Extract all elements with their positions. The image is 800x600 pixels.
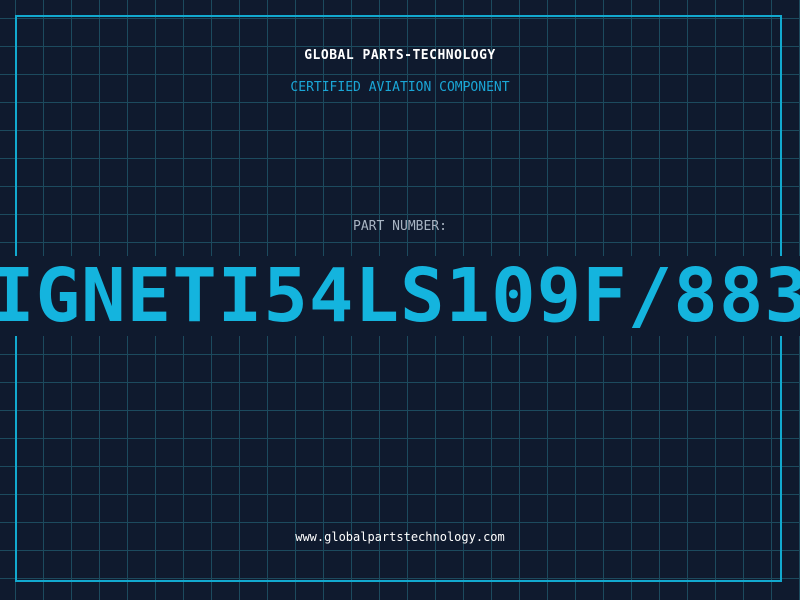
certification-tagline: CERTIFIED AVIATION COMPONENT (290, 80, 510, 95)
part-number-label: PART NUMBER: (353, 219, 447, 234)
part-number-value: SIGNETI54LS109F/883B (0, 256, 800, 336)
website-url[interactable]: www.globalpartstechnology.com (0, 530, 800, 544)
company-name: GLOBAL PARTS-TECHNOLOGY (304, 48, 496, 63)
part-number-band: SIGNETI54LS109F/883B (0, 256, 800, 336)
